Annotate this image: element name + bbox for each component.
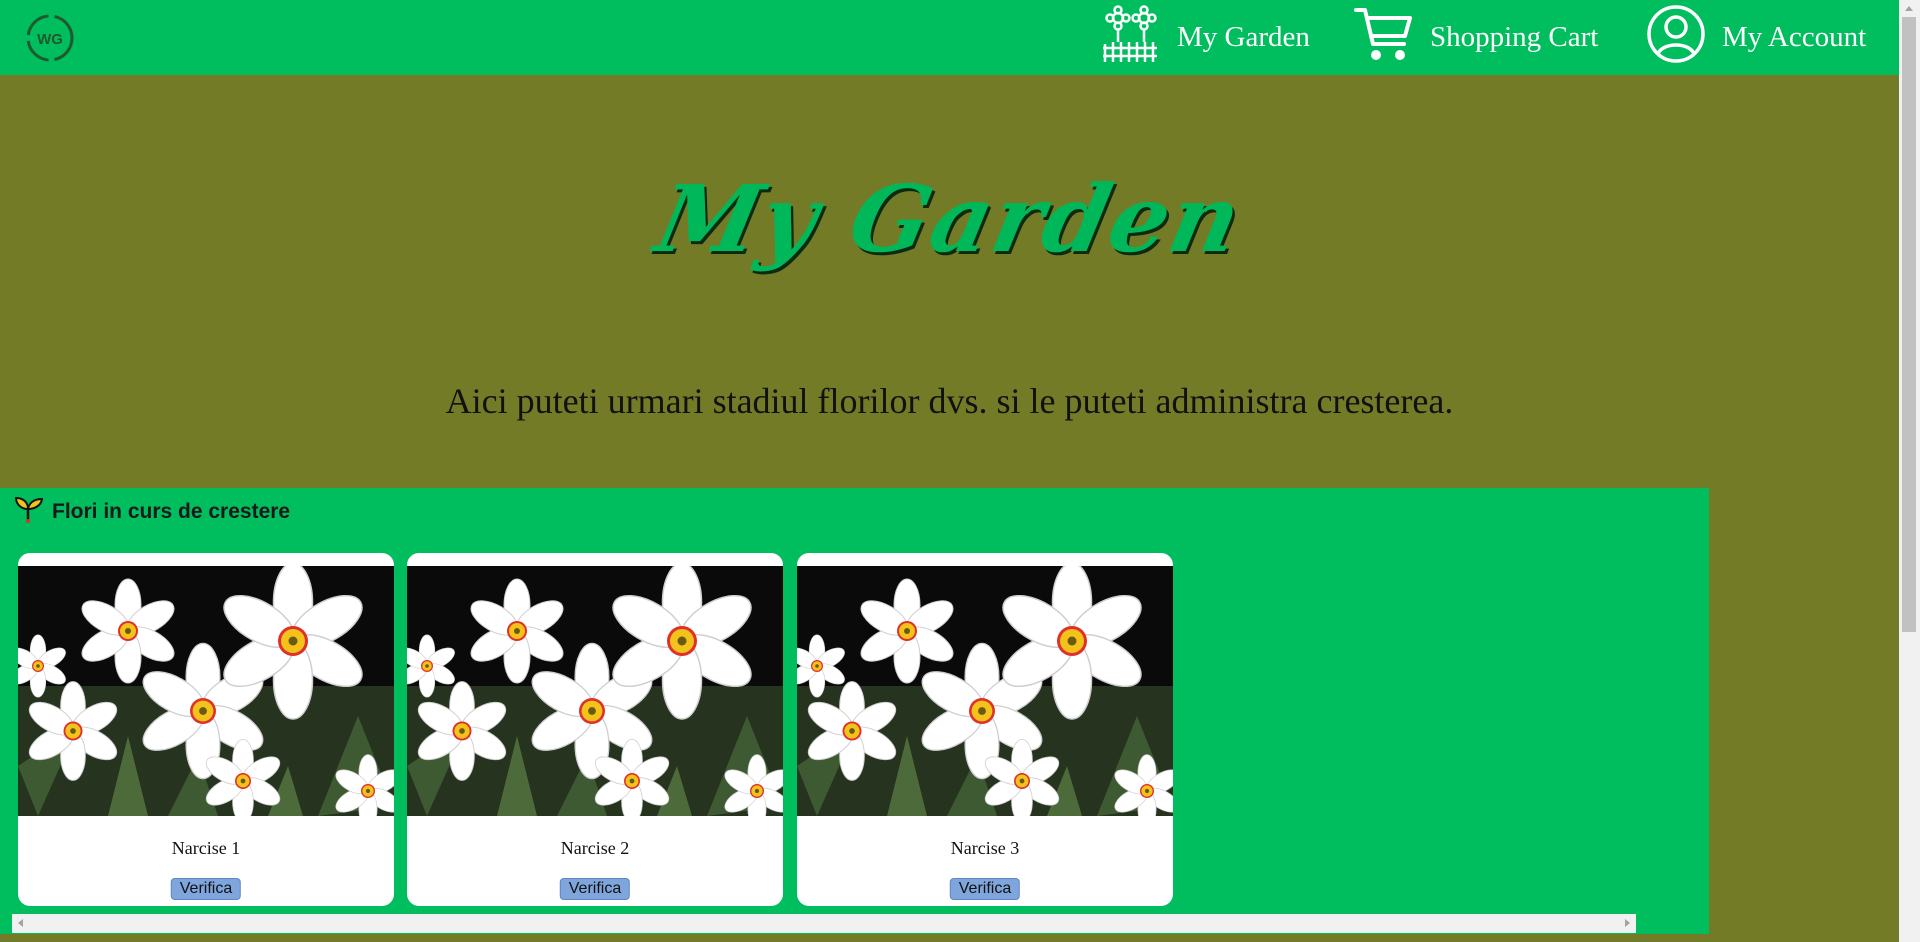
section-heading: Flori in curs de crestere [14,495,290,529]
verifica-button[interactable]: Verifica [170,878,242,900]
logo-text: WG [37,31,63,48]
user-account-icon [1646,4,1706,72]
nav-shopping-cart[interactable]: Shopping Cart [1354,0,1598,75]
flower-card-name: Narcise 3 [950,838,1020,858]
scroll-up-icon[interactable] [1905,6,1913,11]
wg-logo-icon[interactable]: WG [24,12,76,64]
scroll-right-icon[interactable] [1625,919,1630,927]
verifica-button[interactable]: Verifica [559,878,631,900]
nav-my-garden-label: My Garden [1177,21,1310,53]
verifica-button[interactable]: Verifica [949,878,1021,900]
sprout-icon [14,495,44,529]
horizontal-scrollbar[interactable] [12,914,1636,933]
flower-card: Narcise 3 Verifica [797,553,1173,906]
flower-card: Narcise 2 Verifica [407,553,783,906]
flower-card-name: Narcise 2 [560,838,630,858]
nav-my-account-label: My Account [1722,21,1867,53]
flower-card: Narcise 1 Verifica [18,553,394,906]
scrollbar-thumb[interactable] [1902,17,1916,632]
growing-flowers-section: Flori in curs de crestere Narcise 1 Veri… [0,488,1709,934]
shopping-cart-icon [1354,4,1414,72]
daffodil-photo [797,566,1173,816]
scroll-left-icon[interactable] [18,919,23,927]
top-navigation-bar: WG My Garden Shopping Cart My Account [0,0,1899,75]
nav-shopping-cart-label: Shopping Cart [1430,21,1599,53]
daffodil-photo [18,566,394,816]
nav-my-account[interactable]: My Account [1646,0,1866,75]
section-heading-text: Flori in curs de crestere [52,500,291,523]
daffodil-photo [407,566,783,816]
flowers-fence-icon [1101,4,1161,72]
vertical-scrollbar[interactable] [1899,0,1920,942]
flower-card-name: Narcise 1 [171,838,241,858]
page-subtitle: Aici puteti urmari stadiul florilor dvs.… [445,381,1454,421]
page-title: My Garden [647,165,1252,273]
nav-my-garden[interactable]: My Garden [1101,0,1310,75]
